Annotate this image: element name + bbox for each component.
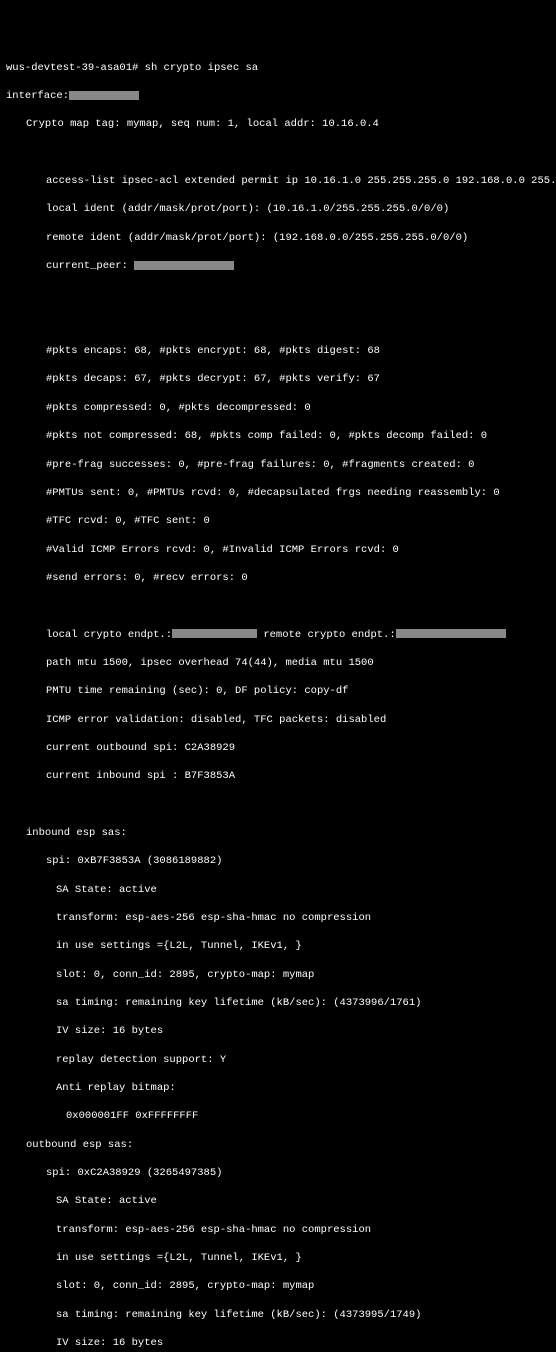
prefrag-line: #pre-frag successes: 0, #pre-frag failur… — [6, 458, 550, 472]
crypto-endpt-line: local crypto endpt.: remote crypto endpt… — [6, 628, 550, 642]
pkts-encaps-line: #pkts encaps: 68, #pkts encrypt: 68, #pk… — [6, 344, 550, 358]
pmtus-line: #PMTUs sent: 0, #PMTUs rcvd: 0, #decapsu… — [6, 486, 550, 500]
redacted-interface — [69, 91, 139, 100]
redacted-peer — [134, 261, 234, 270]
pkts-notcomp-line: #pkts not compressed: 68, #pkts comp fai… — [6, 429, 550, 443]
pkts-decaps-line: #pkts decaps: 67, #pkts decrypt: 67, #pk… — [6, 372, 550, 386]
outbound-settings: in use settings ={L2L, Tunnel, IKEv1, } — [6, 1251, 550, 1265]
outbound-slot: slot: 0, conn_id: 2895, crypto-map: myma… — [6, 1279, 550, 1293]
inbound-spi: spi: 0xB7F3853A (3086189882) — [6, 854, 550, 868]
local-ident-line: local ident (addr/mask/prot/port): (10.1… — [6, 202, 550, 216]
interface-line: interface: — [6, 89, 550, 103]
command-text: sh crypto ipsec sa — [145, 62, 258, 74]
outbound-transform: transform: esp-aes-256 esp-sha-hmac no c… — [6, 1223, 550, 1237]
path-mtu-line: path mtu 1500, ipsec overhead 74(44), me… — [6, 656, 550, 670]
acl-line: access-list ipsec-acl extended permit ip… — [6, 174, 550, 188]
pmtu-time-line: PMTU time remaining (sec): 0, DF policy:… — [6, 684, 550, 698]
tfc-line: #TFC rcvd: 0, #TFC sent: 0 — [6, 514, 550, 528]
crypto-map-line: Crypto map tag: mymap, seq num: 1, local… — [6, 117, 550, 131]
outbound-header: outbound esp sas: — [6, 1138, 550, 1152]
outbound-state: SA State: active — [6, 1194, 550, 1208]
inbound-slot: slot: 0, conn_id: 2895, crypto-map: myma… — [6, 968, 550, 982]
inbound-iv: IV size: 16 bytes — [6, 1024, 550, 1038]
icmp-err-line: ICMP error validation: disabled, TFC pac… — [6, 713, 550, 727]
send-errors-line: #send errors: 0, #recv errors: 0 — [6, 571, 550, 585]
outbound-spi: spi: 0xC2A38929 (3265497385) — [6, 1166, 550, 1180]
hostname: wus-devtest-39-asa01# — [6, 62, 138, 74]
outbound-iv: IV size: 16 bytes — [6, 1336, 550, 1350]
inbound-spi-line: current inbound spi : B7F3853A — [6, 769, 550, 783]
inbound-settings: in use settings ={L2L, Tunnel, IKEv1, } — [6, 939, 550, 953]
inbound-header: inbound esp sas: — [6, 826, 550, 840]
outbound-timing: sa timing: remaining key lifetime (kB/se… — [6, 1308, 550, 1322]
inbound-anti: Anti replay bitmap: — [6, 1081, 550, 1095]
inbound-bitmap: 0x000001FF 0xFFFFFFFF — [6, 1109, 550, 1123]
inbound-timing: sa timing: remaining key lifetime (kB/se… — [6, 996, 550, 1010]
icmp-errors-line: #Valid ICMP Errors rcvd: 0, #Invalid ICM… — [6, 543, 550, 557]
redacted-local-endpt — [172, 629, 257, 638]
inbound-state: SA State: active — [6, 883, 550, 897]
redacted-remote-endpt — [396, 629, 506, 638]
inbound-replay: replay detection support: Y — [6, 1053, 550, 1067]
outbound-spi-line: current outbound spi: C2A38929 — [6, 741, 550, 755]
prompt-line: wus-devtest-39-asa01# sh crypto ipsec sa — [6, 61, 550, 75]
pkts-compressed-line: #pkts compressed: 0, #pkts decompressed:… — [6, 401, 550, 415]
current-peer-line: current_peer: — [6, 259, 550, 273]
inbound-transform: transform: esp-aes-256 esp-sha-hmac no c… — [6, 911, 550, 925]
remote-ident-line: remote ident (addr/mask/prot/port): (192… — [6, 231, 550, 245]
